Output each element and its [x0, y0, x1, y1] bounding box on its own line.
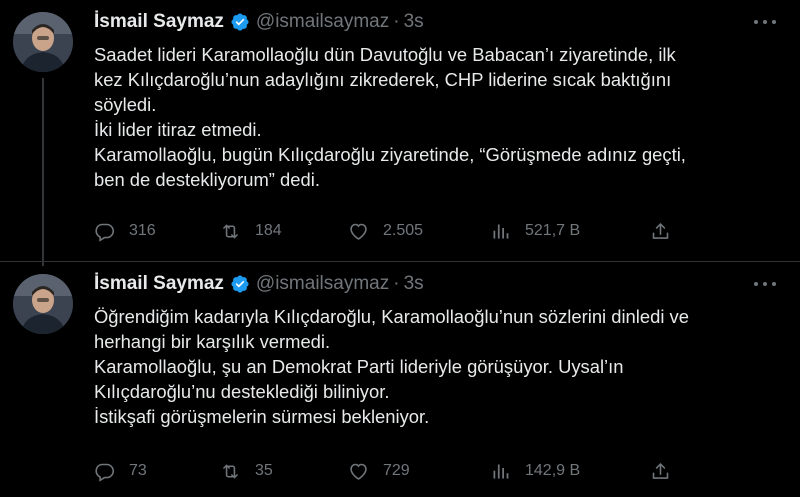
tweet-text-line: herhangi bir karşılık vermedi.: [94, 331, 331, 352]
separator-dot: ·: [393, 273, 400, 294]
tweet[interactable]: İsmail Saymaz @ismailsaymaz · 3s Saadet …: [0, 0, 800, 266]
like-button[interactable]: 2.505: [348, 218, 423, 244]
verified-badge-icon: [230, 274, 250, 294]
tweet-text-line: Karamollaoğlu, bugün Kılıçdaroğlu ziyare…: [94, 144, 686, 165]
views-count: 142,9 B: [525, 462, 581, 479]
reply-button[interactable]: 73: [94, 458, 147, 484]
author-name[interactable]: İsmail Saymaz: [94, 11, 224, 33]
tweet-text-line: İki lider itiraz etmedi.: [94, 119, 262, 140]
separator-dot: ·: [393, 11, 400, 32]
like-count: 2.505: [383, 222, 424, 239]
tweet-text-line: ben de destekliyorum” dedi.: [94, 169, 320, 190]
tweet-text-line: İstikşafi görüşmelerin sürmesi bekleniyo…: [94, 406, 430, 427]
avatar[interactable]: [13, 12, 73, 72]
share-icon: [652, 462, 669, 479]
views-button[interactable]: 521,7 B: [490, 218, 580, 244]
share-button[interactable]: [650, 458, 671, 484]
tweet-text-line: söyledi.: [94, 94, 157, 115]
more-dots-icon[interactable]: [754, 274, 776, 294]
verified-badge-icon: [230, 12, 250, 32]
like-button[interactable]: 729: [348, 458, 410, 484]
tweet-text: Öğrendiğim kadarıyla Kılıçdaroğlu, Karam…: [94, 304, 784, 429]
retweet-button[interactable]: 35: [220, 458, 273, 484]
tweet-time[interactable]: 3s: [404, 11, 424, 33]
more-dots-icon[interactable]: [754, 12, 776, 32]
share-button[interactable]: [650, 218, 671, 244]
tweet-text-line: Kılıçdaroğlu’nu desteklediği biliniyor.: [94, 381, 390, 402]
tweet-actions: 316 184 2.505 521,7 B: [94, 218, 694, 244]
tweet-text-line: Karamollaoğlu, şu an Demokrat Parti lide…: [94, 356, 624, 377]
tweet-actions: 73 35 729 142,9 B: [94, 458, 694, 484]
tweet-header: İsmail Saymaz @ismailsaymaz · 3s: [94, 10, 424, 34]
thread-line: [42, 78, 44, 266]
reply-count: 73: [129, 462, 147, 479]
tweet-text-line: Saadet lideri Karamollaoğlu dün Davutoğl…: [94, 44, 676, 65]
share-icon: [652, 222, 669, 239]
reply-button[interactable]: 316: [94, 218, 156, 244]
reply-count: 316: [129, 222, 156, 239]
heart-icon: [350, 223, 367, 240]
views-button[interactable]: 142,9 B: [490, 458, 580, 484]
tweet-time[interactable]: 3s: [404, 273, 424, 295]
retweet-icon: [223, 224, 238, 238]
reply-icon: [95, 463, 115, 482]
author-handle[interactable]: @ismailsaymaz: [256, 11, 389, 33]
tweet[interactable]: İsmail Saymaz @ismailsaymaz · 3s Öğrendi…: [0, 262, 800, 497]
reply-icon: [95, 223, 115, 242]
avatar[interactable]: [13, 274, 73, 334]
views-icon: [493, 464, 509, 478]
author-handle[interactable]: @ismailsaymaz: [256, 273, 389, 295]
like-count: 729: [383, 462, 410, 479]
author-name[interactable]: İsmail Saymaz: [94, 273, 224, 295]
retweet-count: 35: [255, 462, 273, 479]
tweet-header: İsmail Saymaz @ismailsaymaz · 3s: [94, 272, 424, 296]
heart-icon: [350, 463, 367, 480]
retweet-icon: [223, 464, 238, 478]
retweet-count: 184: [255, 222, 282, 239]
retweet-button[interactable]: 184: [220, 218, 282, 244]
tweet-text-line: kez Kılıçdaroğlu’nun adaylığını zikreder…: [94, 69, 672, 90]
tweet-text: Saadet lideri Karamollaoğlu dün Davutoğl…: [94, 42, 784, 192]
tweet-text-line: Öğrendiğim kadarıyla Kılıçdaroğlu, Karam…: [94, 306, 689, 327]
views-count: 521,7 B: [525, 222, 581, 239]
views-icon: [493, 224, 509, 238]
